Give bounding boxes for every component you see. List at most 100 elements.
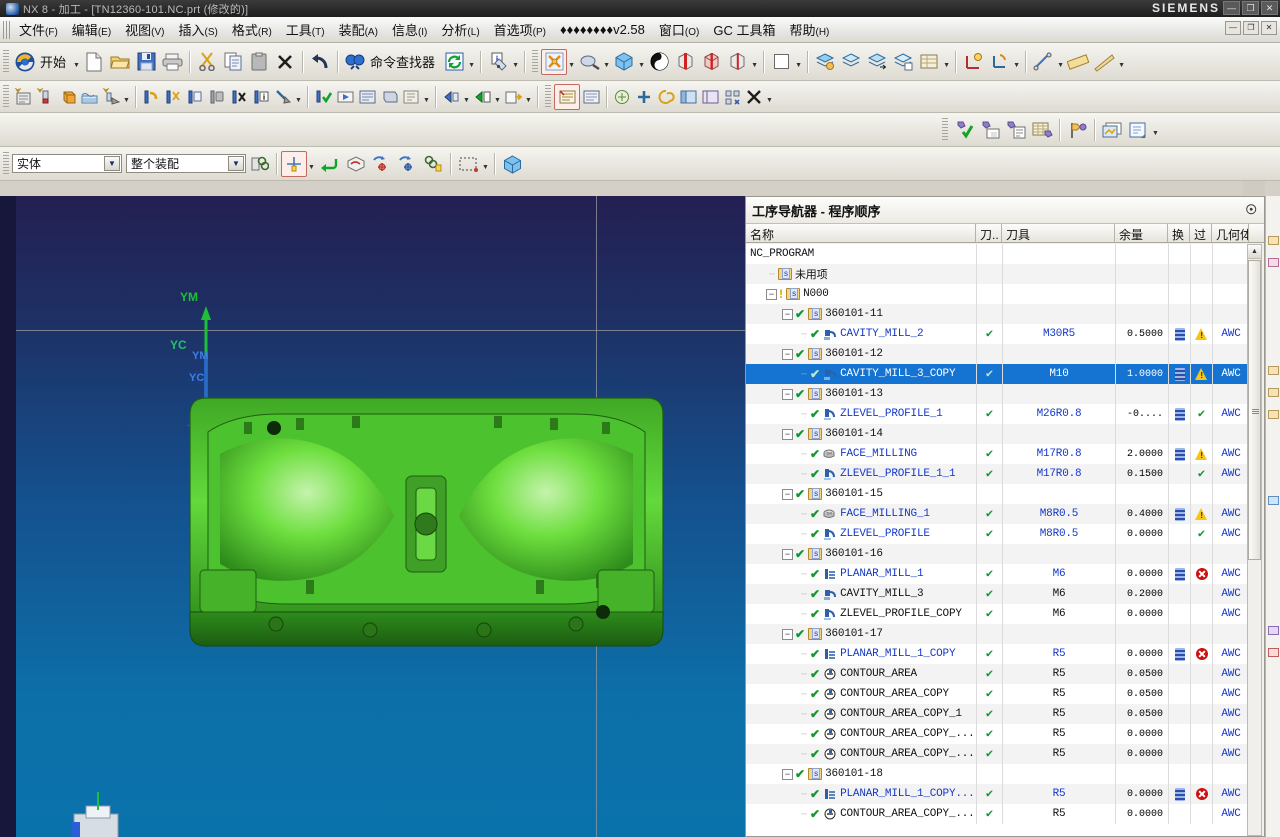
wcs-orient-icon[interactable]: [986, 49, 1012, 75]
column-header-3[interactable]: 余量: [1115, 224, 1168, 242]
new-file-icon[interactable]: [81, 49, 107, 75]
menu-insert[interactable]: 插入(S): [172, 17, 225, 42]
menu-grip[interactable]: [3, 20, 10, 39]
menu-format[interactable]: 格式(R): [225, 17, 279, 42]
back-arrow-icon[interactable]: [316, 151, 342, 177]
analyze-geometry-icon[interactable]: [611, 86, 633, 108]
info-object-icon[interactable]: i: [485, 49, 511, 75]
verify-dropdown-arrow[interactable]: ▼: [422, 85, 431, 109]
command-finder-label[interactable]: 命令查找器: [368, 52, 441, 71]
info-dropdown-arrow[interactable]: ▼: [511, 50, 520, 74]
start-button-label[interactable]: 开始: [38, 52, 72, 71]
layer-dropdown-arrow[interactable]: ▼: [942, 50, 951, 74]
menu-tools[interactable]: 工具(T): [279, 17, 332, 42]
table-row[interactable]: ┄ ✔ CONTOUR_AREA ✔ R5 0.0500 AWC: [746, 664, 1249, 684]
column-header-4[interactable]: 换: [1168, 224, 1190, 242]
report-dropdown-arrow[interactable]: ▼: [1151, 118, 1160, 142]
window-panel-icon[interactable]: [677, 86, 699, 108]
table-row[interactable]: ┄ ✔ FACE_MILLING ✔ M17R0.8 2.0000! AWC: [746, 444, 1249, 464]
table-row[interactable]: ┄ ✔ PLANAR_MILL_1 ✔ M6 0.0000 AWC: [746, 564, 1249, 584]
expander-toggle[interactable]: −: [782, 348, 793, 360]
expander-toggle[interactable]: −: [782, 628, 793, 640]
menu-help[interactable]: 帮助(H): [782, 17, 836, 42]
menu-addin[interactable]: ♦♦♦♦♦♦♦♦v2.58: [553, 19, 652, 40]
tree-node[interactable]: ┄ ✔ ZLEVEL_PROFILE: [746, 524, 976, 544]
create-method-icon[interactable]: [78, 86, 100, 108]
tree-node[interactable]: −✔ 360101-16: [746, 544, 976, 564]
toolpath-info-icon[interactable]: i: [250, 86, 272, 108]
panel-tab-strip[interactable]: [1243, 181, 1265, 195]
move-to-layer-icon[interactable]: [864, 49, 890, 75]
clip-section-icon[interactable]: [724, 49, 750, 75]
tree-node[interactable]: ┄ ✔ PLANAR_MILL_1_COPY: [746, 644, 976, 664]
post-process-icon[interactable]: [440, 86, 462, 108]
tree-node[interactable]: −✔ 360101-17: [746, 624, 976, 644]
table-row[interactable]: ┄ ✔ CONTOUR_AREA_COPY_... ✔ R5 0.0000 AWC: [746, 804, 1249, 824]
close-panel-icon[interactable]: [743, 86, 765, 108]
tree-vertical-scrollbar[interactable]: ▲: [1247, 244, 1262, 836]
customize-icon[interactable]: [721, 86, 743, 108]
close-button[interactable]: ✕: [1261, 1, 1278, 15]
table-row[interactable]: −✔ 360101-17: [746, 624, 1249, 644]
add-icon[interactable]: [633, 86, 655, 108]
menu-assemblies[interactable]: 装配(A): [332, 17, 385, 42]
create-program-icon[interactable]: [12, 86, 34, 108]
tool-path-display-icon[interactable]: [1064, 117, 1090, 143]
column-header-5[interactable]: 过: [1190, 224, 1212, 242]
menu-window[interactable]: 窗口(O): [652, 17, 706, 42]
table-row[interactable]: ┄ ✔ PLANAR_MILL_1_COPY... ✔ R5 0.0000 AWC: [746, 784, 1249, 804]
tree-node[interactable]: ┄ ✔ ZLEVEL_PROFILE_1_1: [746, 464, 976, 484]
spiral-icon[interactable]: [655, 86, 677, 108]
refresh-icon[interactable]: [441, 49, 467, 75]
rectangle-select-icon[interactable]: [455, 151, 481, 177]
export-dropdown-arrow[interactable]: ▼: [524, 85, 533, 109]
tree-node[interactable]: ┄ ✔ CONTOUR_AREA_COPY_1: [746, 704, 976, 724]
menu-analysis[interactable]: 分析(L): [434, 17, 486, 42]
copy-toolpath-icon[interactable]: [184, 86, 206, 108]
orient-dropdown-arrow[interactable]: ▼: [637, 50, 646, 74]
orient-view-icon[interactable]: [611, 49, 637, 75]
expander-toggle[interactable]: −: [782, 548, 793, 560]
tree-node[interactable]: ┄ ✔ FACE_MILLING: [746, 444, 976, 464]
shaded-render-icon[interactable]: [646, 49, 672, 75]
expander-toggle[interactable]: −: [782, 488, 793, 500]
table-row[interactable]: −✔ 360101-15: [746, 484, 1249, 504]
table-row[interactable]: −✔ 360101-13: [746, 384, 1249, 404]
preview-window-icon[interactable]: [1099, 117, 1125, 143]
start-menu-icon[interactable]: [12, 49, 38, 75]
zoom-dropdown-arrow[interactable]: ▼: [602, 50, 611, 74]
graphics-viewport[interactable]: YM YC YM YC XM XC: [16, 196, 745, 837]
table-row[interactable]: ┄ ✔ CONTOUR_AREA_COPY_... ✔ R5 0.0000 AWC: [746, 744, 1249, 764]
expander-toggle[interactable]: −: [782, 768, 793, 780]
tree-node[interactable]: ┄ ✔ CONTOUR_AREA_COPY_...: [746, 744, 976, 764]
zoom-pan-icon[interactable]: [576, 49, 602, 75]
table-row[interactable]: −! N000: [746, 284, 1249, 304]
mdi-maximize-button[interactable]: ❐: [1243, 21, 1259, 35]
workpiece-model[interactable]: [184, 392, 669, 662]
navigator-list-icon[interactable]: [580, 86, 602, 108]
background-dropdown-arrow[interactable]: ▼: [794, 50, 803, 74]
export-icon[interactable]: [502, 86, 524, 108]
table-row[interactable]: −✔ 360101-12: [746, 344, 1249, 364]
pin-icon[interactable]: ☉: [1245, 202, 1257, 218]
tree-node[interactable]: ┄ ✔ ZLEVEL_PROFILE_COPY: [746, 604, 976, 624]
angle-measure-icon[interactable]: [1091, 49, 1117, 75]
table-row[interactable]: ┄ ✔ CAVITY_MILL_2 ✔ M30R5 0.5000! AWC: [746, 324, 1249, 344]
measure-dropdown-arrow[interactable]: ▼: [1056, 50, 1065, 74]
batch-process-icon[interactable]: [400, 86, 422, 108]
tree-node[interactable]: −✔ 360101-11: [746, 304, 976, 324]
toolbar-grip[interactable]: [3, 49, 9, 74]
snap-settings-icon[interactable]: [420, 151, 446, 177]
section-dropdown-arrow[interactable]: ▼: [750, 50, 759, 74]
expander-toggle[interactable]: −: [782, 388, 793, 400]
tree-node[interactable]: −✔ 360101-18: [746, 764, 976, 784]
menu-edit[interactable]: 编辑(E): [65, 17, 118, 42]
simulate-icon[interactable]: [334, 86, 356, 108]
paste-icon[interactable]: [246, 49, 272, 75]
cut-icon[interactable]: [194, 49, 220, 75]
create-operation-icon[interactable]: [100, 86, 122, 108]
cut-toolpath-icon[interactable]: [162, 86, 184, 108]
snap-center-icon[interactable]: [368, 151, 394, 177]
tree-node[interactable]: ┄ 未用项: [746, 264, 976, 284]
table-row[interactable]: ┄ ✔ ZLEVEL_PROFILE_1 ✔ M26R0.8 -0.... ✔ AWC: [746, 404, 1249, 424]
